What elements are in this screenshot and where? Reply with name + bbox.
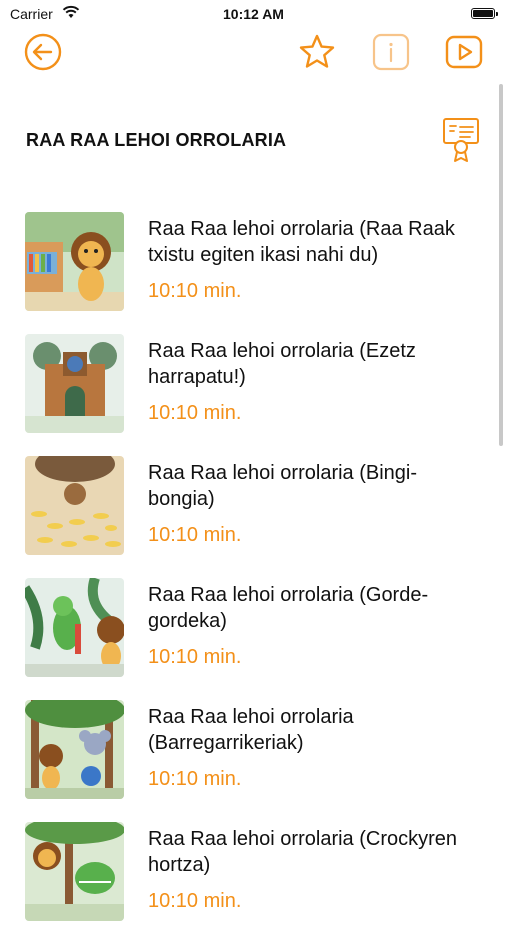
- back-button[interactable]: [23, 32, 63, 72]
- list-item[interactable]: Raa Raa lehoi orrolaria (Raa Raak txistu…: [0, 212, 507, 334]
- episode-title: Raa Raa lehoi orrolaria (Raa Raak txistu…: [148, 218, 455, 266]
- episode-duration: 10:10 min.: [148, 768, 242, 790]
- certificate-button[interactable]: [442, 117, 480, 163]
- list-item[interactable]: Raa Raa lehoi orrolaria (Crockyren hortz…: [0, 822, 507, 944]
- info-icon: [372, 33, 410, 71]
- list-item[interactable]: Raa Raa lehoi orrolaria (Bingi-bongia) 1…: [0, 456, 507, 578]
- favorite-button[interactable]: [297, 32, 337, 72]
- episode-thumbnail: [25, 212, 124, 311]
- episode-title: Raa Raa lehoi orrolaria (Gorde-gordeka): [148, 584, 429, 632]
- status-bar: Carrier 10:12 AM: [0, 0, 507, 28]
- episode-duration: 10:10 min.: [148, 524, 242, 546]
- episode-thumbnail: [25, 456, 124, 555]
- star-icon: [299, 34, 335, 68]
- page-title: RAA RAA LEHOI ORROLARIA: [26, 130, 287, 150]
- list-item[interactable]: Raa Raa lehoi orrolaria (Gorde-gordeka) …: [0, 578, 507, 700]
- clock: 10:12 AM: [223, 6, 284, 22]
- episode-title: Raa Raa lehoi orrolaria (Barregarrikeria…: [148, 706, 354, 754]
- episode-duration: 10:10 min.: [148, 890, 242, 912]
- episode-thumbnail: [25, 334, 124, 433]
- episode-thumbnail: [25, 700, 124, 799]
- episode-duration: 10:10 min.: [148, 646, 242, 668]
- episode-thumbnail: [25, 578, 124, 677]
- episode-title: Raa Raa lehoi orrolaria (Ezetz harrapatu…: [148, 340, 416, 388]
- episode-duration: 10:10 min.: [148, 402, 242, 424]
- back-arrow-icon: [24, 33, 62, 71]
- battery-icon: [471, 8, 498, 19]
- play-icon: [445, 35, 483, 69]
- episode-thumbnail: [25, 822, 124, 921]
- episode-title: Raa Raa lehoi orrolaria (Crockyren hortz…: [148, 828, 458, 876]
- navigation-bar: [0, 32, 507, 76]
- episode-duration: 10:10 min.: [148, 280, 242, 302]
- episode-list: Raa Raa lehoi orrolaria (Raa Raak txistu…: [0, 212, 507, 944]
- play-button[interactable]: [444, 32, 484, 72]
- list-item[interactable]: Raa Raa lehoi orrolaria (Ezetz harrapatu…: [0, 334, 507, 456]
- certificate-icon: [443, 118, 479, 162]
- info-button[interactable]: [371, 32, 411, 72]
- episode-title: Raa Raa lehoi orrolaria (Bingi-bongia): [148, 462, 418, 510]
- list-item[interactable]: Raa Raa lehoi orrolaria (Barregarrikeria…: [0, 700, 507, 822]
